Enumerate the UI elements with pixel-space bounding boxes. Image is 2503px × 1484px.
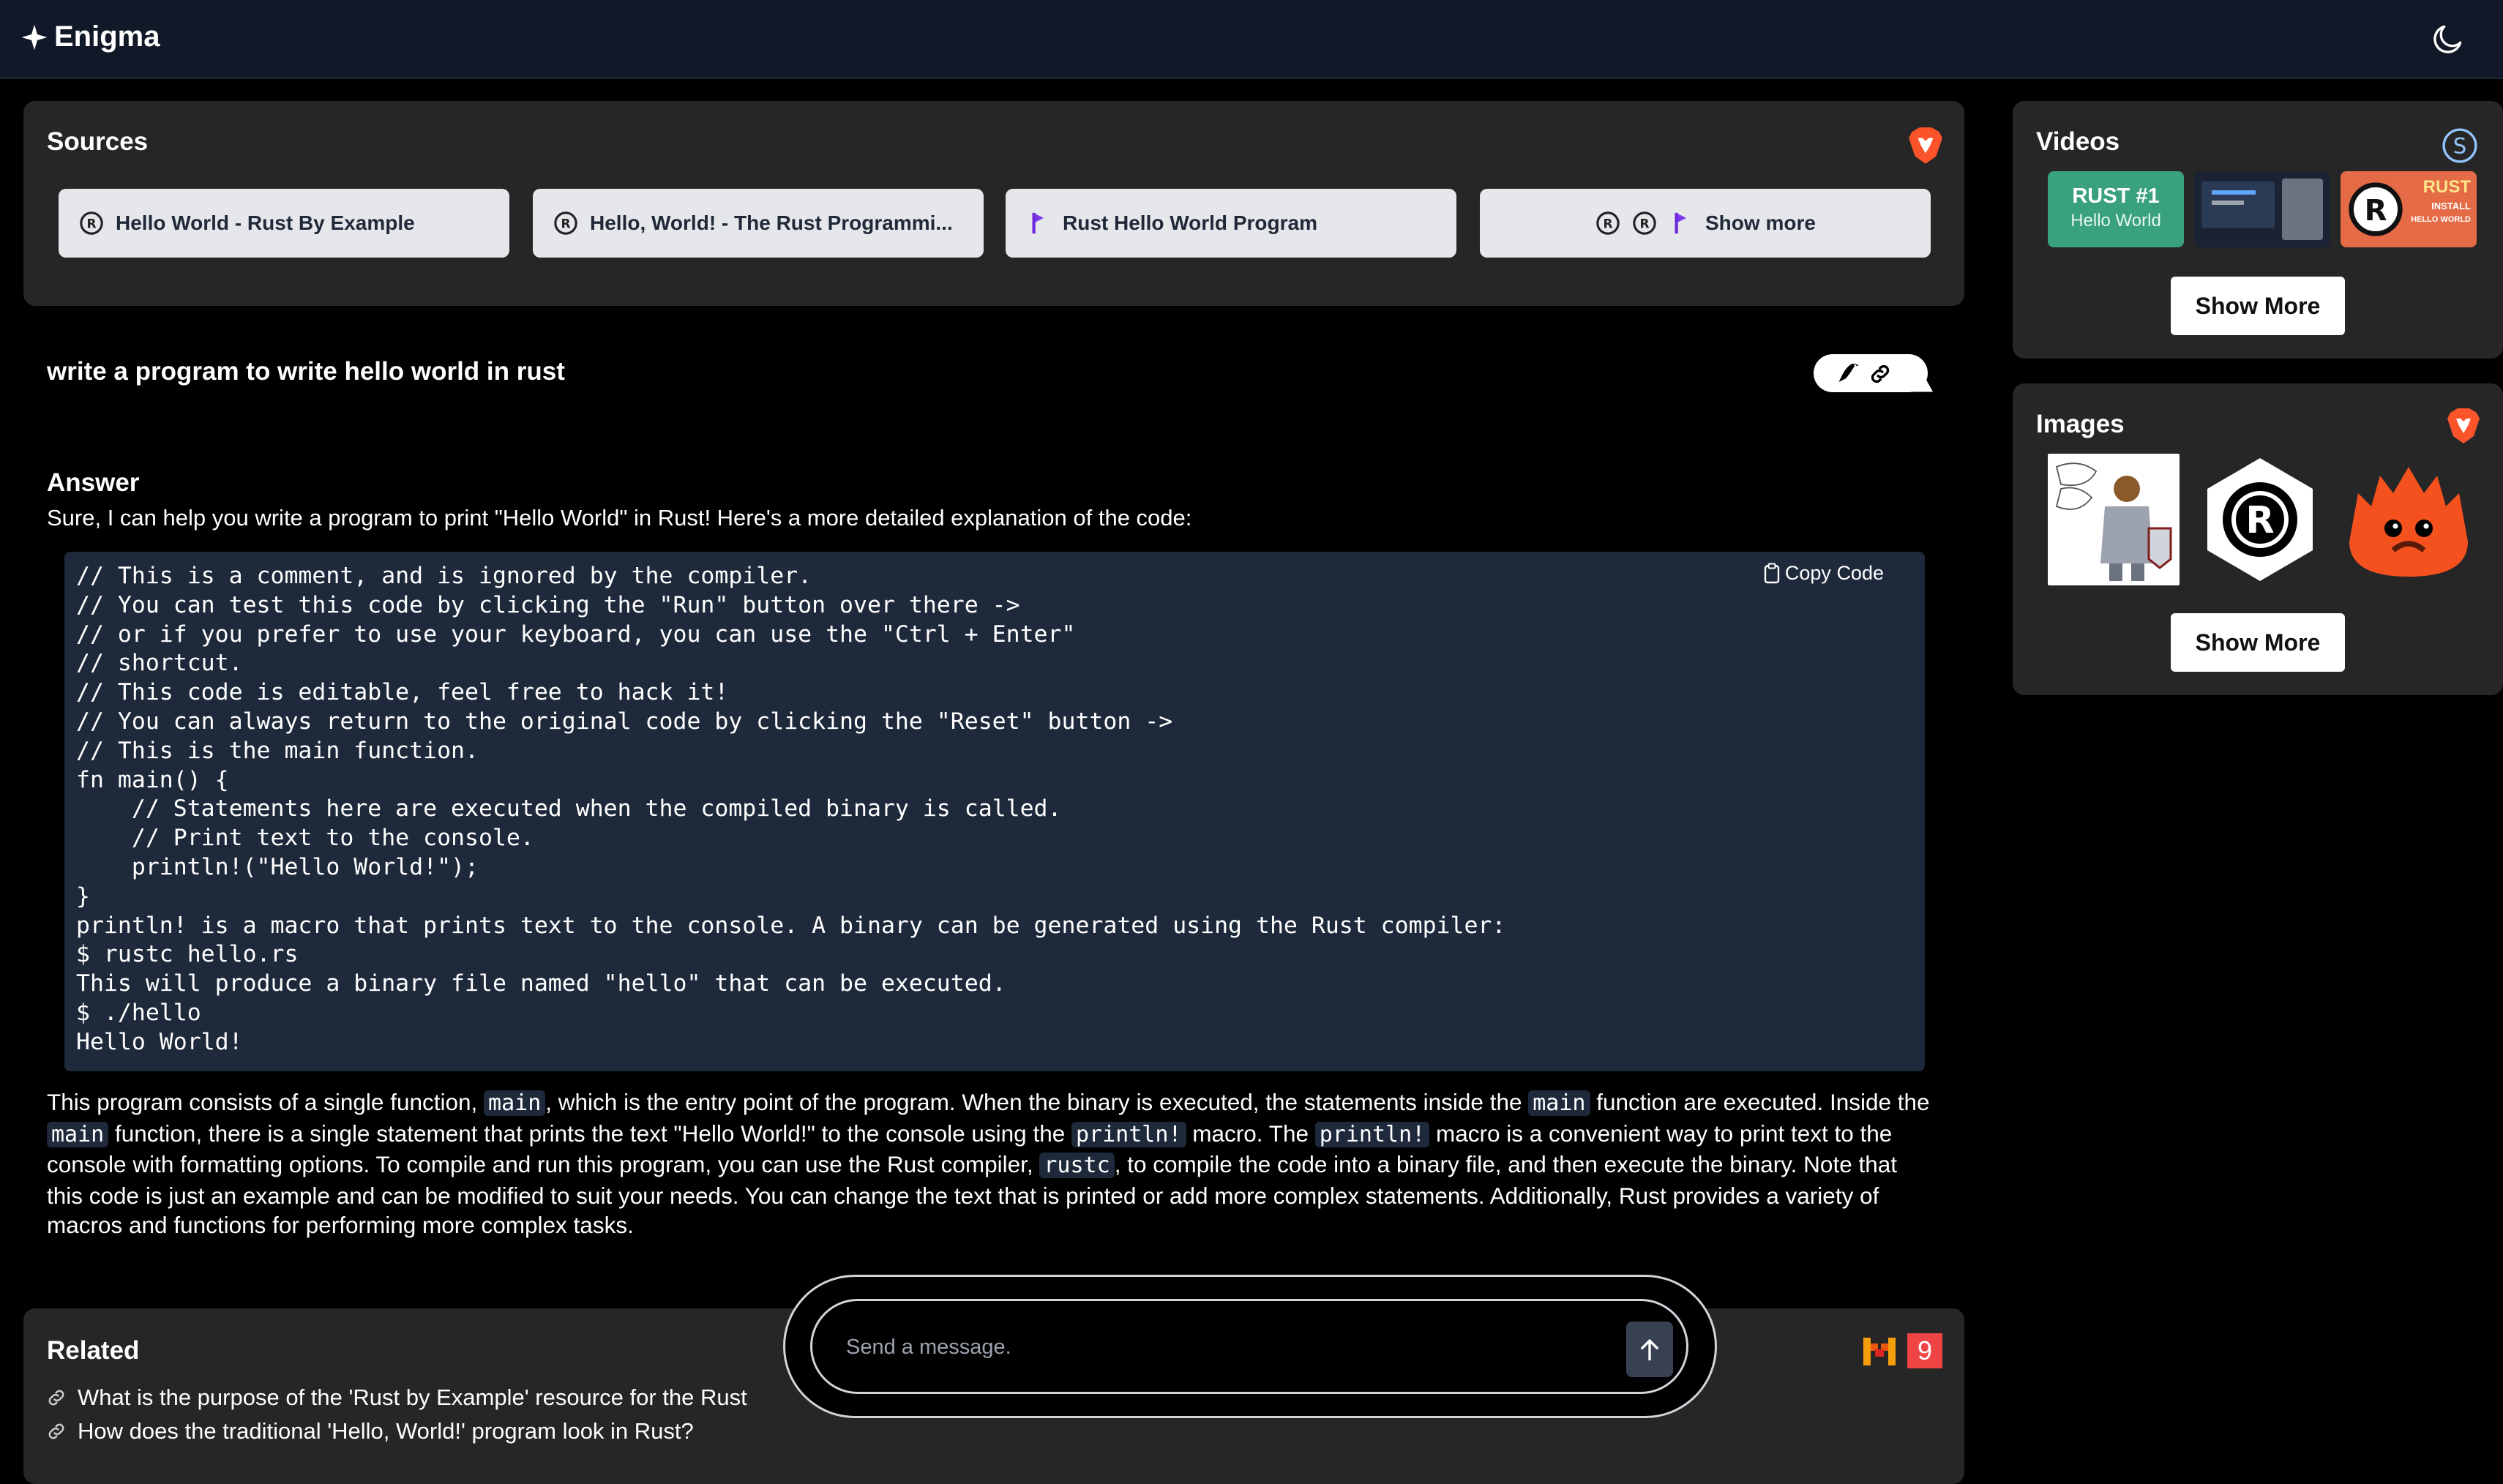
perplexity-logo-icon bbox=[1032, 212, 1044, 234]
app-title: Enigma bbox=[54, 20, 160, 53]
sources-title: Sources bbox=[47, 127, 149, 156]
serper-logo-icon: S bbox=[2442, 128, 2477, 163]
answer-heading: Answer bbox=[47, 468, 140, 497]
svg-text:R: R bbox=[2245, 499, 2274, 542]
svg-text:S: S bbox=[2453, 133, 2467, 158]
rust-logo-icon: R bbox=[80, 211, 103, 235]
link-icon bbox=[48, 1390, 64, 1406]
feedback-triangle-icon[interactable] bbox=[1891, 354, 1935, 394]
related-item[interactable]: How does the traditional 'Hello, World!'… bbox=[45, 1418, 694, 1444]
related-count-badge: 9 bbox=[1907, 1333, 1942, 1368]
explanation-text: , which is the entry point of the progra… bbox=[545, 1089, 1529, 1115]
link-icon bbox=[1871, 364, 1890, 383]
user-question: write a program to write hello world in … bbox=[47, 357, 565, 386]
video-thumb-subtitle: Hello World bbox=[2070, 211, 2161, 231]
related-item-label: How does the traditional 'Hello, World!'… bbox=[78, 1418, 694, 1444]
videos-show-more-button[interactable]: Show More bbox=[2171, 277, 2345, 335]
source-label: Hello World - Rust By Example bbox=[116, 211, 415, 234]
send-button[interactable] bbox=[1626, 1322, 1673, 1377]
mistral-logo-icon bbox=[1863, 1338, 1896, 1365]
source-label: Hello, World! - The Rust Programmi... bbox=[590, 211, 953, 234]
svg-text:R: R bbox=[86, 217, 96, 231]
rust-logo-icon: R bbox=[2349, 182, 2403, 236]
brand[interactable]: Enigma bbox=[20, 20, 160, 53]
rust-logo-icon: R bbox=[1596, 211, 1620, 235]
top-bar: Enigma bbox=[0, 0, 2503, 79]
source-label: Rust Hello World Program bbox=[1063, 211, 1317, 234]
inline-code: println! bbox=[1071, 1121, 1186, 1147]
source-button-1[interactable]: R Hello World - Rust By Example bbox=[59, 189, 509, 258]
inline-code: main bbox=[484, 1090, 546, 1116]
copy-code-button[interactable]: Copy Code bbox=[1763, 562, 1884, 585]
explanation-text: function are executed. Inside the bbox=[1590, 1089, 1930, 1115]
bird-icon bbox=[1838, 364, 1859, 382]
brave-logo-icon bbox=[1909, 127, 1942, 164]
video-screen-graphic bbox=[2201, 181, 2275, 228]
sources-show-more-button[interactable]: R R Show more bbox=[1480, 189, 1931, 258]
perplexity-logo-icon bbox=[1675, 212, 1687, 234]
inline-code: println! bbox=[1314, 1121, 1430, 1147]
link-icon bbox=[48, 1423, 64, 1439]
rust-logo-icon: R bbox=[554, 211, 577, 235]
svg-text:R: R bbox=[561, 217, 570, 231]
images-card: Images R Show More bbox=[2013, 383, 2503, 695]
show-more-label: Show more bbox=[1705, 211, 1816, 234]
dark-mode-moon-icon[interactable] bbox=[2430, 20, 2466, 57]
code-block: // This is a comment, and is ignored by … bbox=[64, 552, 1925, 1071]
answer-intro: Sure, I can help you write a program to … bbox=[47, 505, 1192, 531]
video-screen-line bbox=[2212, 190, 2256, 195]
video-thumb-subtitle: INSTALL bbox=[2431, 201, 2471, 211]
inline-code: rustc bbox=[1039, 1153, 1115, 1178]
sources-card: Sources R Hello World - Rust By Example … bbox=[23, 101, 1964, 306]
ferris-crab-image bbox=[2349, 467, 2468, 577]
brave-logo-icon bbox=[2447, 408, 2480, 443]
video-person-graphic bbox=[2282, 179, 2323, 240]
video-thumb-title: RUST bbox=[2422, 177, 2471, 197]
explanation-text: function, there is a single statement th… bbox=[108, 1120, 1071, 1147]
source-button-3[interactable]: Rust Hello World Program bbox=[1006, 189, 1456, 258]
images-show-more-button[interactable]: Show More bbox=[2171, 613, 2345, 672]
svg-text:R: R bbox=[1603, 217, 1612, 231]
message-input-wrapper bbox=[810, 1299, 1688, 1394]
arrow-up-icon bbox=[1641, 1339, 1658, 1361]
videos-card: Videos S RUST #1 Hello World R RUST INST… bbox=[2013, 101, 2503, 359]
code-content: // This is a comment, and is ignored by … bbox=[76, 563, 1506, 1055]
clipboard-icon bbox=[1764, 562, 1780, 583]
related-item[interactable]: What is the purpose of the 'Rust by Exam… bbox=[45, 1384, 747, 1411]
copy-code-label: Copy Code bbox=[1784, 562, 1884, 584]
video-thumbnail-2[interactable] bbox=[2194, 171, 2330, 247]
explanation-text: macro. The bbox=[1186, 1120, 1315, 1147]
images-title: Images bbox=[2036, 410, 2125, 438]
video-screen-line bbox=[2212, 201, 2244, 205]
message-input[interactable] bbox=[845, 1301, 1579, 1393]
related-title: Related bbox=[47, 1336, 140, 1365]
source-button-2[interactable]: R Hello, World! - The Rust Programmi... bbox=[533, 189, 984, 258]
svg-text:R: R bbox=[1639, 217, 1649, 231]
rust-logo-hexagon-image: R bbox=[2207, 458, 2313, 581]
inline-code: main bbox=[1528, 1090, 1590, 1116]
svg-text:R: R bbox=[2365, 194, 2387, 228]
image-result-3[interactable] bbox=[2341, 454, 2477, 585]
explanation-text: This program consists of a single functi… bbox=[47, 1089, 484, 1115]
image-result-1[interactable] bbox=[2048, 454, 2180, 585]
video-thumbnail-3[interactable]: R RUST INSTALL HELLO WORLD bbox=[2341, 171, 2477, 247]
image-result-2[interactable]: R bbox=[2194, 454, 2326, 585]
inline-code: main bbox=[47, 1121, 109, 1147]
answer-explanation: This program consists of a single functi… bbox=[47, 1087, 1935, 1240]
rust-logo-icon: R bbox=[1633, 211, 1656, 235]
video-thumb-title: RUST #1 bbox=[2072, 184, 2160, 208]
video-thumb-subtitle: HELLO WORLD bbox=[2411, 215, 2471, 224]
videos-title: Videos bbox=[2036, 127, 2120, 156]
comic-illustration bbox=[2055, 462, 2172, 581]
sparkle-icon bbox=[21, 24, 48, 50]
message-composer bbox=[783, 1275, 1717, 1418]
related-item-label: What is the purpose of the 'Rust by Exam… bbox=[78, 1384, 747, 1410]
video-thumbnail-1[interactable]: RUST #1 Hello World bbox=[2048, 171, 2184, 247]
